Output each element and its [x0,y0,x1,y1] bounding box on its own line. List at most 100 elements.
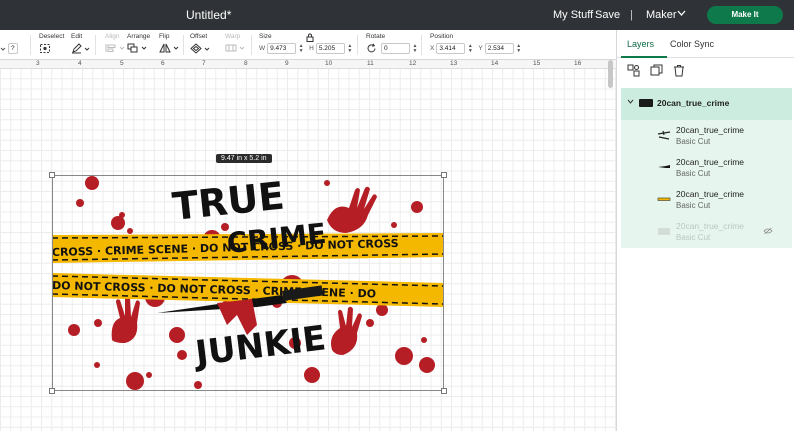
chevron-down-icon[interactable] [173,45,179,51]
left-cutoff-controls: ? [0,40,18,54]
x-input[interactable]: 3.414 [436,43,466,54]
save-button[interactable]: Save [595,9,620,21]
ruler-tick: 15 [533,60,541,67]
tab-color-sync[interactable]: Color Sync [670,39,714,49]
dimension-tooltip: 9.47 in x 5.2 in [216,154,272,163]
top-ruler: 3 4 5 6 7 8 9 10 11 12 13 14 15 16 [0,60,616,69]
chevron-down-icon [239,46,245,50]
chevron-down-icon[interactable] [627,98,634,105]
rotate-icon[interactable] [366,43,377,54]
my-stuff-link[interactable]: My Stuff [553,9,593,21]
align-group: Align [105,33,125,53]
ungroup-icon[interactable] [627,64,640,77]
ruler-tick: 12 [409,60,417,67]
resize-handle[interactable] [49,388,55,394]
height-input[interactable]: 5.205 [315,43,345,54]
make-it-button[interactable]: Make It [707,6,783,24]
chevron-down-icon[interactable] [204,46,210,52]
y-input[interactable]: 2.534 [484,43,514,54]
layer-thumbnail [657,197,671,201]
layer-group-row[interactable]: 20can_true_crime [621,88,792,120]
layer-item[interactable]: 20can_true_crime Basic Cut [621,152,792,184]
tab-layers[interactable]: Layers [627,39,654,49]
pencil-icon[interactable] [71,43,82,54]
group-thumbnail [639,99,653,107]
duplicate-icon[interactable] [650,64,663,77]
offset-group: Offset [190,33,210,54]
warp-icon [225,44,237,52]
ruler-tick: 10 [325,60,333,67]
height-label: H [309,45,314,52]
topbar-separator: | [630,9,633,21]
ruler-tick: 14 [491,60,499,67]
resize-handle[interactable] [441,388,447,394]
layer-name: 20can_true_crime [676,125,745,135]
arrange-icon[interactable] [127,43,139,53]
layer-name: 20can_true_crime [676,221,745,231]
lock-icon[interactable] [306,33,314,42]
ruler-tick: 3 [36,60,40,67]
trash-icon[interactable] [673,64,685,77]
arrange-group: Arrange [127,33,150,53]
edit-group: Edit [71,33,90,54]
ruler-tick: 6 [161,60,165,67]
group-name: 20can_true_crime [657,98,730,108]
edit-label: Edit [71,33,83,40]
ruler-tick: 5 [120,60,124,67]
chevron-down-icon[interactable] [0,46,6,52]
active-tab-indicator [621,56,667,58]
edit-toolbar: ? Deselect Edit Align Arrange Flip Offse… [0,30,616,60]
layer-item[interactable]: 20can_true_crime Basic Cut [621,120,792,152]
chevron-down-icon[interactable] [677,10,686,17]
deselect-icon[interactable] [39,43,51,54]
ruler-tick: 16 [574,60,582,67]
rotate-stepper[interactable]: ▲ ▼ [412,43,418,54]
divider [251,35,252,55]
height-stepper[interactable]: ▲ ▼ [347,43,353,54]
top-bar: Untitled* My Stuff Save | Maker Make It [0,0,794,30]
width-input[interactable]: 9.473 [267,43,297,54]
eye-hidden-icon[interactable] [763,227,773,235]
layer-actions [627,64,685,77]
layer-item[interactable]: 20can_true_crime Basic Cut [621,216,792,248]
machine-selector[interactable]: Maker [646,9,677,21]
divider [421,35,422,55]
y-label: Y [478,45,483,52]
arrange-label: Arrange [127,33,151,40]
warp-label: Warp [225,33,241,40]
divider [95,35,96,55]
layer-name: 20can_true_crime [676,157,745,167]
ruler-tick: 13 [450,60,458,67]
flip-group: Flip [159,33,179,53]
divider [183,35,184,55]
flip-label: Flip [159,33,170,40]
document-title[interactable]: Untitled* [186,8,231,22]
rotate-group: Rotate 0 ▲ ▼ [366,33,418,54]
offset-label: Offset [190,33,208,40]
resize-handle[interactable] [49,172,55,178]
help-button[interactable]: ? [8,43,18,54]
y-stepper[interactable]: ▲ ▼ [516,43,522,54]
width-stepper[interactable]: ▲ ▼ [298,43,304,54]
rotate-input[interactable]: 0 [381,43,410,54]
offset-icon[interactable] [190,43,202,54]
layer-list: 20can_true_crime Basic Cut 20can_true_cr… [621,120,792,248]
align-icon [105,44,116,52]
x-stepper[interactable]: ▲ ▼ [467,43,473,54]
flip-icon[interactable] [159,43,171,53]
chevron-down-icon[interactable] [84,46,90,52]
resize-handle[interactable] [441,172,447,178]
chevron-down-icon[interactable] [141,45,147,51]
layer-item[interactable]: 20can_true_crime Basic Cut [621,184,792,216]
deselect-label: Deselect [39,33,65,40]
layer-thumbnail [657,130,671,140]
ruler-tick: 4 [78,60,82,67]
deselect-group: Deselect [39,33,64,54]
selection-box[interactable] [52,175,444,391]
position-label: Position [430,33,454,40]
layer-operation: Basic Cut [676,137,711,146]
x-label: X [430,45,435,52]
canvas-scrollbar[interactable] [608,60,613,88]
divider [357,35,358,55]
width-label: W [259,45,266,52]
